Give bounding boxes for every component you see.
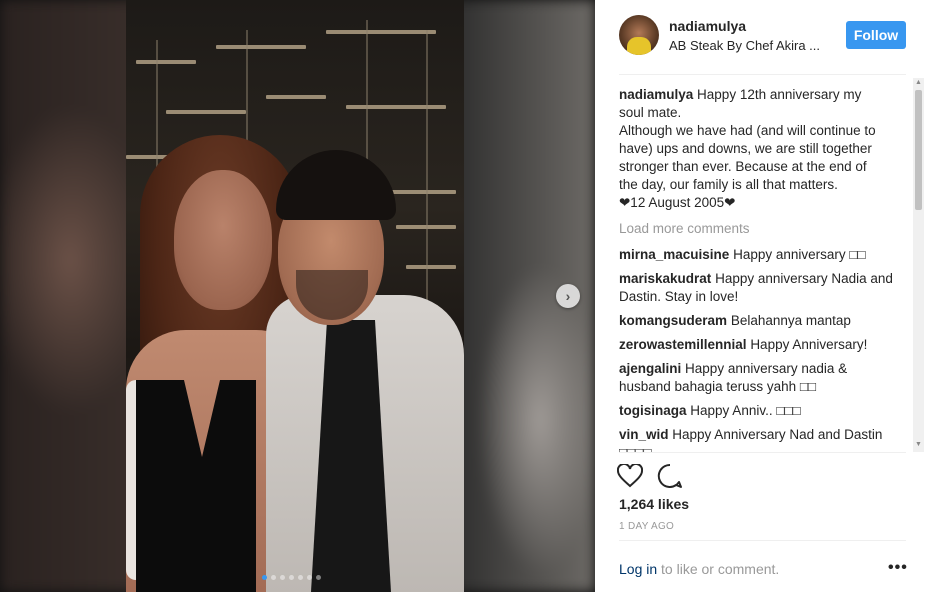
- login-link[interactable]: Log in: [619, 561, 657, 577]
- caption-line: stronger than ever. Because at the end o…: [619, 159, 867, 174]
- background-slat: [136, 60, 196, 64]
- carousel-dot: [289, 575, 294, 580]
- caption-line: the day, our family is all that matters.: [619, 177, 838, 192]
- carousel-dot: [298, 575, 303, 580]
- comment-text: Happy Anniversary!: [750, 337, 868, 352]
- background-slat: [216, 45, 306, 49]
- likes-count[interactable]: 1,264 likes: [619, 496, 689, 512]
- avatar[interactable]: [619, 15, 659, 55]
- caption-line: soul mate.: [619, 105, 682, 120]
- header-username[interactable]: nadiamulya: [669, 18, 746, 34]
- chevron-right-icon: ›: [565, 288, 571, 304]
- carousel-dot: [262, 575, 267, 580]
- scroll-down-arrow-icon[interactable]: ▼: [914, 440, 923, 450]
- carousel-dot: [316, 575, 321, 580]
- comment-item: zerowastemillennial Happy Anniversary!: [619, 336, 899, 354]
- post-media: ›: [0, 0, 595, 592]
- comment-username[interactable]: vin_wid: [619, 427, 669, 442]
- caption-username[interactable]: nadiamulya: [619, 87, 693, 102]
- caption-line: Although we have had (and will continue …: [619, 123, 876, 138]
- comment-item: mariskakudrat Happy anniversary Nadia an…: [619, 270, 899, 306]
- scroll-up-arrow-icon[interactable]: ▲: [914, 78, 923, 88]
- comments-list: nadiamulya Happy 12th anniversary my sou…: [619, 86, 899, 452]
- comment-text: Happy anniversary □□: [733, 247, 866, 262]
- carousel-next-button[interactable]: ›: [556, 284, 580, 308]
- comment-item: ajengalini Happy anniversary nadia & hus…: [619, 360, 899, 396]
- comment-item: togisinaga Happy Anniv.. □□□: [619, 402, 899, 420]
- caption-line: ❤12 August 2005❤: [619, 195, 736, 210]
- background-slat: [266, 95, 326, 99]
- header-location[interactable]: AB Steak By Chef Akira ...: [669, 38, 820, 53]
- carousel-dot: [271, 575, 276, 580]
- post-actions: [617, 462, 683, 490]
- background-slat: [326, 30, 436, 34]
- woman-face: [174, 170, 272, 310]
- comment-username[interactable]: mirna_macuisine: [619, 247, 729, 262]
- carousel-dot: [307, 575, 312, 580]
- more-options-icon[interactable]: •••: [888, 559, 908, 577]
- comment-item: vin_wid Happy Anniversary Nad and Dastin…: [619, 426, 899, 452]
- caption-line: have) ups and downs, we are still togeth…: [619, 141, 872, 156]
- post-photo[interactable]: [126, 0, 464, 592]
- comment-username[interactable]: togisinaga: [619, 403, 687, 418]
- like-button[interactable]: [617, 464, 643, 488]
- background-slat: [166, 110, 246, 114]
- login-prompt-text: to like or comment.: [657, 561, 780, 577]
- load-more-comments-link[interactable]: Load more comments: [619, 220, 899, 238]
- post-timestamp[interactable]: 1 DAY AGO: [619, 521, 674, 532]
- post-caption: nadiamulya Happy 12th anniversary my sou…: [619, 86, 899, 212]
- divider: [619, 74, 906, 75]
- post-header: nadiamulya AB Steak By Chef Akira ... Fo…: [595, 0, 926, 75]
- follow-button[interactable]: Follow: [846, 21, 906, 49]
- man-hair: [276, 150, 396, 220]
- background-slat: [406, 265, 456, 269]
- comment-username[interactable]: mariskakudrat: [619, 271, 711, 286]
- carousel-indicator: [262, 575, 321, 580]
- background-slat: [346, 105, 446, 109]
- divider: [619, 452, 906, 453]
- comment-username[interactable]: komangsuderam: [619, 313, 727, 328]
- post-side-panel: nadiamulya AB Steak By Chef Akira ... Fo…: [595, 0, 926, 592]
- login-prompt: Log in to like or comment.: [619, 561, 779, 577]
- background-column: [426, 30, 428, 300]
- comment-button[interactable]: [657, 463, 683, 489]
- comment-icon: [657, 463, 682, 488]
- comment-item: komangsuderam Belahannya mantap: [619, 312, 899, 330]
- comment-text: Happy Anniv.. □□□: [690, 403, 801, 418]
- comment-item: mirna_macuisine Happy anniversary □□: [619, 246, 899, 264]
- carousel-dot: [280, 575, 285, 580]
- comment-username[interactable]: ajengalini: [619, 361, 681, 376]
- scrollbar-thumb[interactable]: [915, 90, 922, 210]
- comment-username[interactable]: zerowastemillennial: [619, 337, 747, 352]
- divider: [619, 540, 906, 541]
- heart-icon: [617, 464, 643, 488]
- comment-text: Belahannya mantap: [730, 313, 851, 328]
- caption-line: Happy 12th anniversary my: [697, 87, 862, 102]
